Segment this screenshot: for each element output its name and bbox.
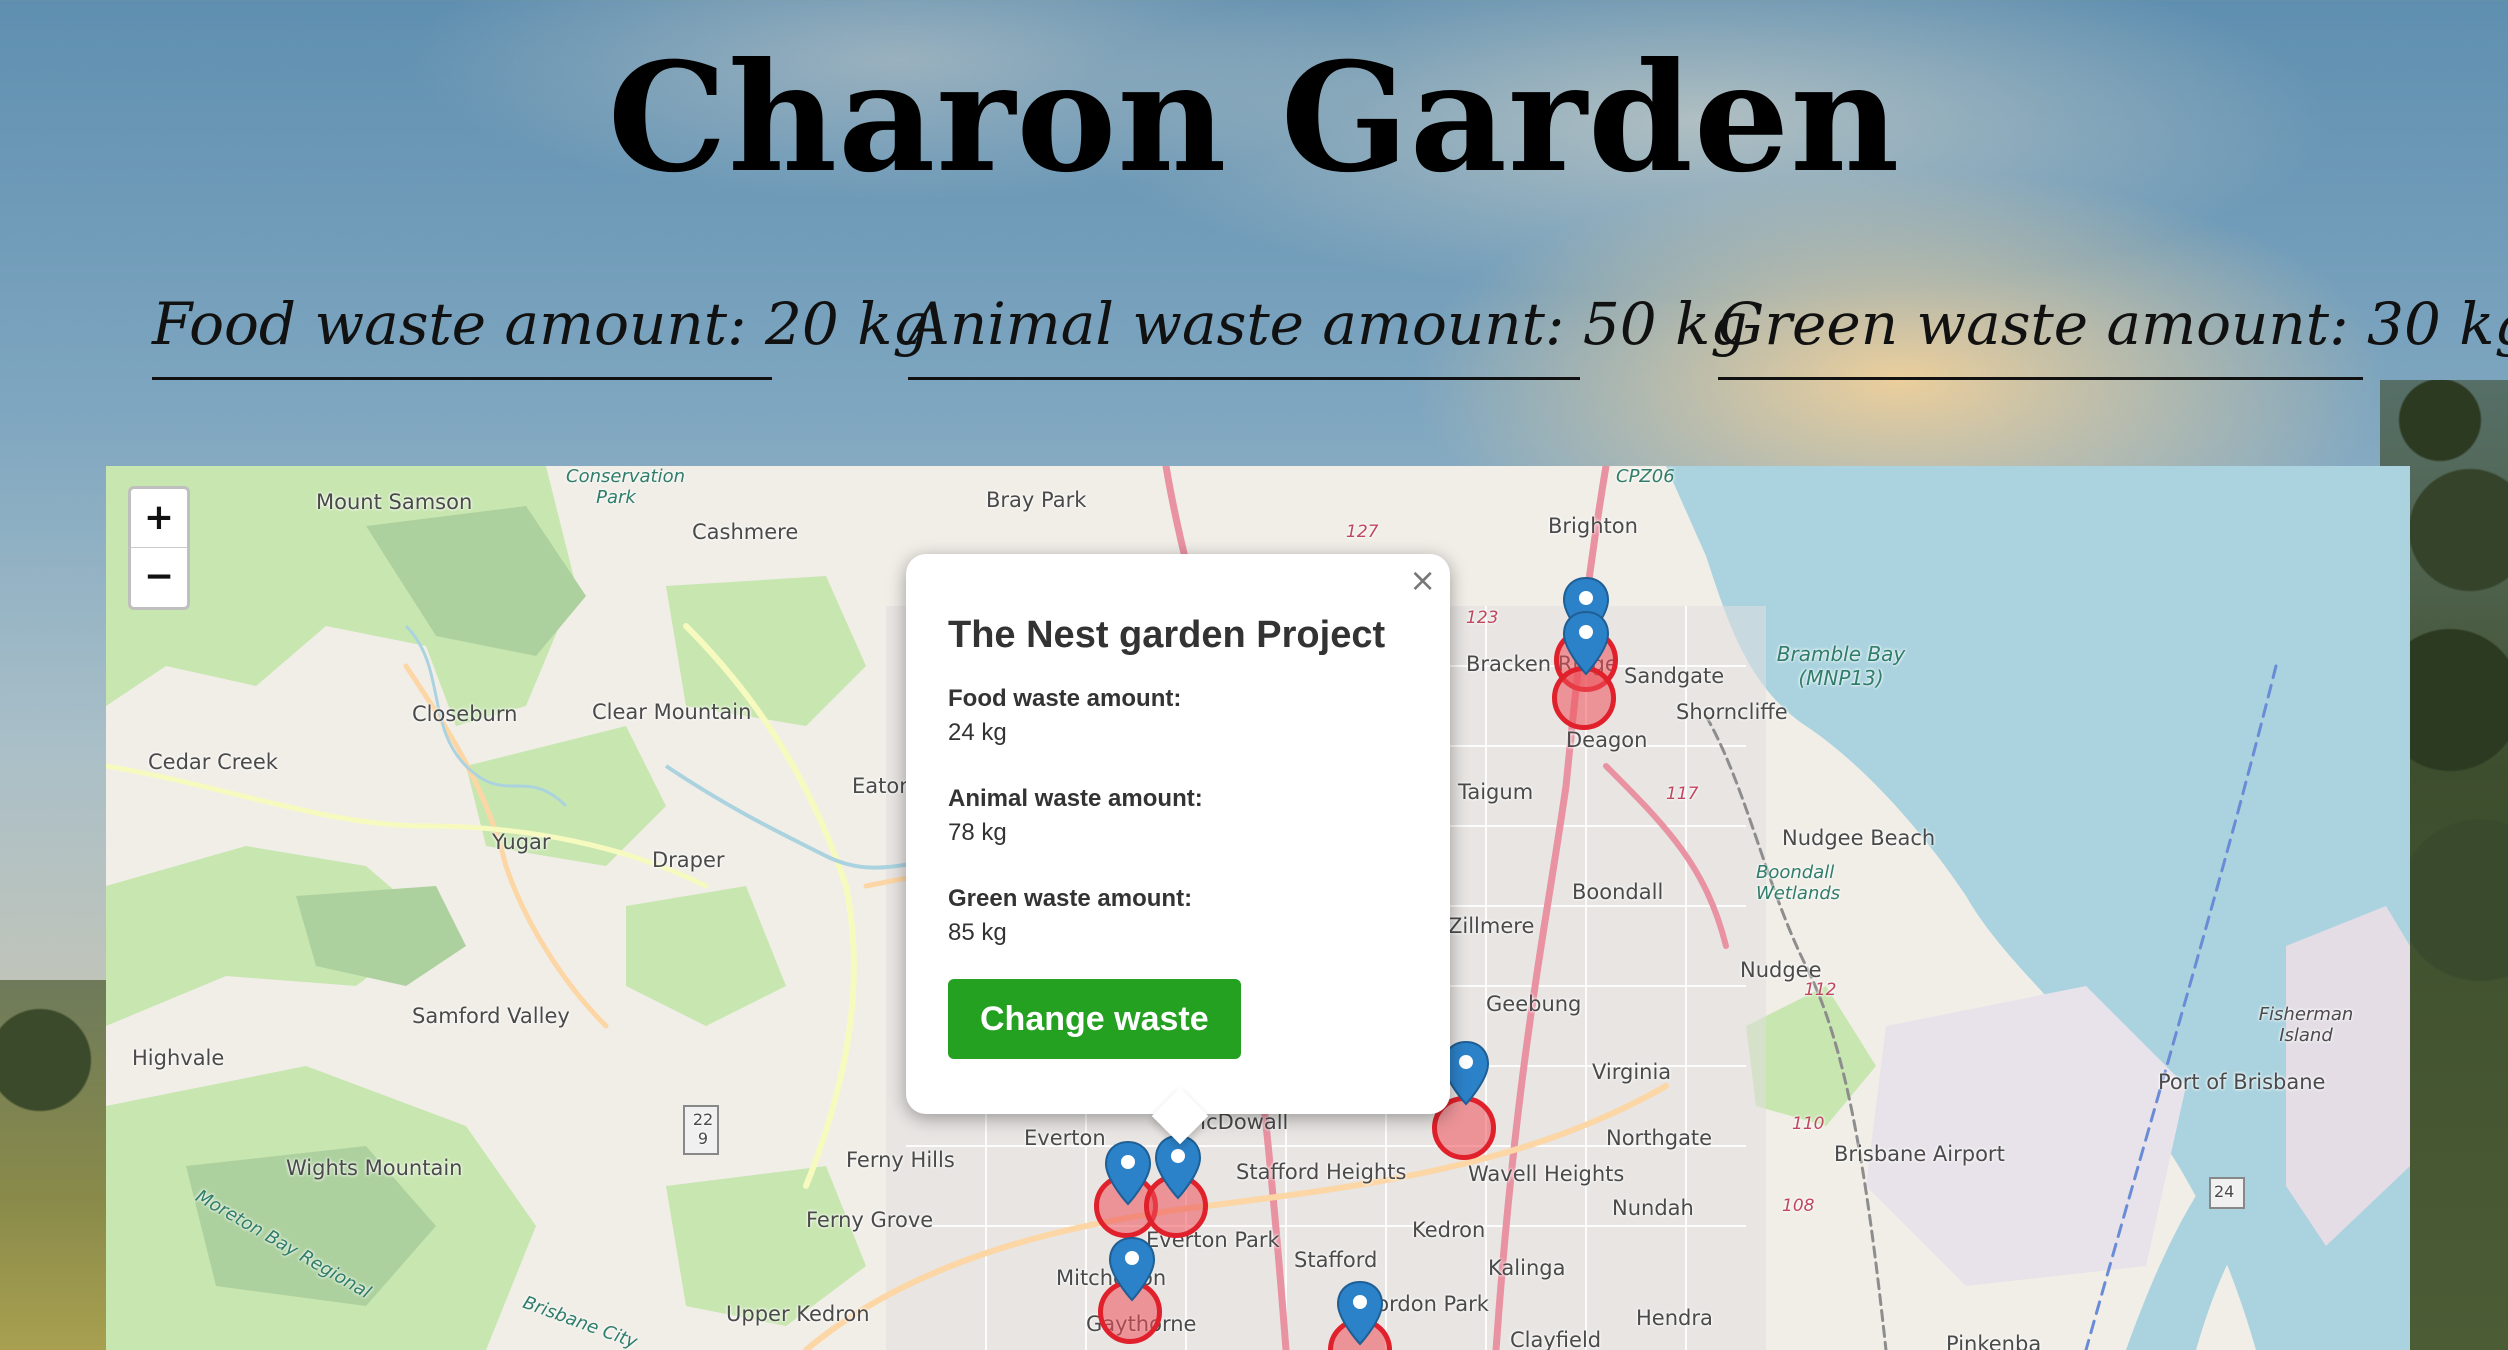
map-label: Everton [1024, 1126, 1106, 1150]
garden-popup: × The Nest garden Project Food waste amo… [906, 554, 1450, 1145]
map-label: Conservation Park [566, 466, 686, 508]
map-label: Closeburn [412, 702, 518, 726]
map-label: Geebung [1486, 992, 1582, 1016]
map-label: Draper [652, 848, 725, 872]
background-grass-left [0, 980, 106, 1350]
map-label: Nudgee [1740, 958, 1822, 982]
map-label: Highvale [132, 1046, 225, 1070]
map-label: Ferny Hills [846, 1148, 955, 1172]
map-label: Deagon [1566, 728, 1648, 752]
popup-food-value: 24 kg [948, 719, 1007, 746]
location-marker-icon[interactable] [1154, 1134, 1202, 1200]
map-label: Brighton [1548, 514, 1638, 538]
map-label: Wavell Heights [1468, 1162, 1625, 1186]
map-label: 117 [1666, 784, 1699, 804]
map-label: CPZ06 [1616, 466, 1675, 487]
map-label: Pinkenba [1946, 1332, 2042, 1350]
popup-green-label: Green waste amount: [948, 885, 1193, 912]
map-label: Yugar [492, 830, 551, 854]
food-waste-total: Food waste amount: 20 kg [152, 290, 930, 380]
map-label: Sandgate [1624, 664, 1725, 688]
location-marker-icon[interactable] [1108, 1236, 1156, 1302]
map-label: Port of Brisbane [2158, 1070, 2326, 1094]
map-label: Taigum [1458, 780, 1534, 804]
popup-animal-label: Animal waste amount: [948, 785, 1203, 812]
map-label: Boondall Wetlands [1756, 862, 1841, 904]
map-label: Boondall [1572, 880, 1664, 904]
map-label: Zillmere [1448, 914, 1535, 938]
map-label: Kedron [1412, 1218, 1486, 1242]
map-label: 123 [1466, 608, 1499, 628]
green-waste-total: Green waste amount: 30 kg [1718, 290, 2508, 380]
map-label: Clear Mountain [592, 700, 752, 724]
map-label: Virginia [1592, 1060, 1672, 1084]
zoom-in-button[interactable]: + [131, 489, 187, 548]
popup-green-value: 85 kg [948, 919, 1007, 946]
map-label: Ferny Grove [806, 1208, 934, 1232]
map-label: Mount Samson [316, 490, 473, 514]
map-label: 108 [1782, 1196, 1815, 1216]
map-label: Shorncliffe [1676, 700, 1788, 724]
popup-animal-value: 78 kg [948, 819, 1007, 846]
popup-food-label: Food waste amount: [948, 685, 1182, 712]
map-label: Upper Kedron [726, 1302, 870, 1326]
map-label: Wights Mountain [286, 1156, 463, 1180]
location-marker-icon[interactable] [1336, 1280, 1384, 1346]
map-label: 24 [2214, 1182, 2235, 1201]
map-label: Clayfield [1510, 1328, 1602, 1350]
map-label: Samford Valley [412, 1004, 570, 1028]
change-waste-button[interactable]: Change waste [948, 979, 1241, 1059]
map-label: Fisherman Island [2258, 1004, 2354, 1046]
map-label: Bramble Bay (MNP13) [1776, 642, 1906, 690]
map-label: Stafford [1294, 1248, 1378, 1272]
location-marker-icon[interactable] [1562, 610, 1610, 676]
zoom-control: + − [128, 486, 190, 610]
map-label: Stafford Heights [1236, 1160, 1407, 1184]
location-marker-icon[interactable] [1104, 1140, 1152, 1206]
page-title: Charon Garden [607, 30, 1901, 206]
map-label: Nudgee Beach [1782, 826, 1936, 850]
zoom-out-button[interactable]: − [131, 548, 187, 607]
map-label: 112 [1804, 980, 1837, 1000]
map-label: Cedar Creek [148, 750, 278, 774]
popup-title: The Nest garden Project [948, 614, 1386, 656]
map-label: 22 9 [692, 1110, 714, 1148]
map-label: Brisbane Airport [1834, 1142, 2005, 1166]
map-label: Hendra [1636, 1306, 1713, 1330]
map-label: Northgate [1606, 1126, 1713, 1150]
map-label: 110 [1792, 1114, 1825, 1134]
map-label: 127 [1346, 522, 1379, 542]
animal-waste-total: Animal waste amount: 50 kg [908, 290, 1747, 380]
map-label: Nundah [1612, 1196, 1694, 1220]
map-label: Bray Park [986, 488, 1087, 512]
close-icon[interactable]: × [1409, 564, 1436, 596]
map-label: Kalinga [1488, 1256, 1566, 1280]
map-label: Eaton [852, 774, 913, 798]
map-label: Cashmere [692, 520, 799, 544]
